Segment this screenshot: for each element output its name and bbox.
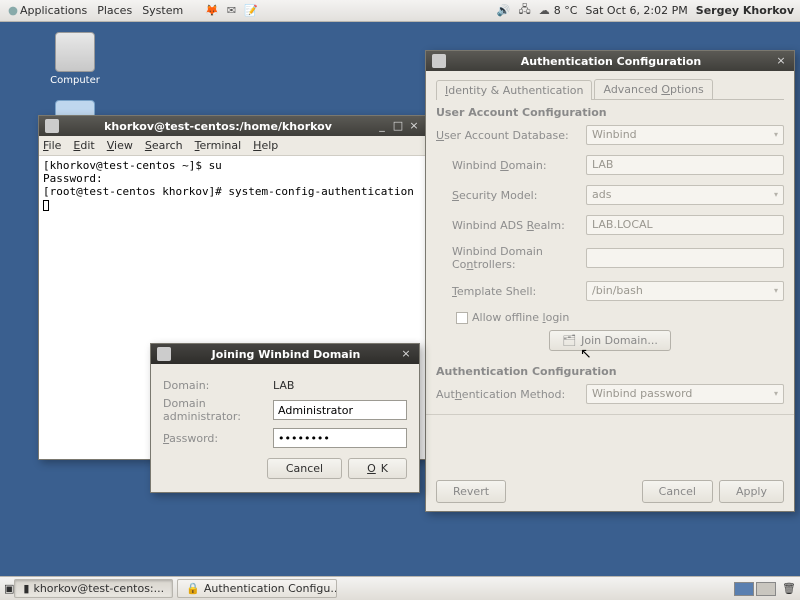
close-button[interactable]: × bbox=[774, 54, 788, 68]
weather-text: 8 °C bbox=[554, 4, 578, 17]
cancel-button[interactable]: Cancel bbox=[642, 480, 713, 503]
terminal-title: khorkov@test-centos:/home/khorkov bbox=[63, 120, 373, 133]
menu-search[interactable]: Search bbox=[145, 139, 183, 152]
menu-view[interactable]: View bbox=[107, 139, 133, 152]
join-domain-dialog: Joining Winbind Domain × Domain: LAB Dom… bbox=[150, 343, 420, 493]
join-domain-icon: 🗂 bbox=[562, 334, 576, 347]
auth-body: Identity & Authentication Advanced Optio… bbox=[426, 71, 794, 431]
label-domain-controllers: Winbind Domain Controllers: bbox=[452, 245, 586, 271]
clock[interactable]: Sat Oct 6, 2:02 PM bbox=[585, 4, 687, 17]
close-button[interactable]: × bbox=[399, 347, 413, 361]
tab-advanced[interactable]: Advanced Options bbox=[594, 79, 712, 99]
trash-icon[interactable]: 🗑 bbox=[782, 582, 796, 595]
computer-icon bbox=[55, 32, 95, 72]
label-admin: Domain administrator: bbox=[163, 397, 273, 423]
terminal-line: Password: bbox=[43, 172, 103, 185]
menu-places[interactable]: Places bbox=[97, 4, 132, 17]
label-domain: Domain: bbox=[163, 379, 273, 392]
label-security-model: Security Model: bbox=[452, 189, 586, 202]
maximize-button[interactable]: □ bbox=[391, 119, 405, 133]
terminal-line: [root@test-centos khorkov]# system-confi… bbox=[43, 185, 414, 198]
label-offline-login: Allow offline login bbox=[472, 311, 569, 324]
weather-icon: ☁ bbox=[539, 4, 550, 17]
top-panel: Applications Places System 🦊 ✉ 📝 🔊 🖧 ☁ 8… bbox=[0, 0, 800, 22]
network-icon[interactable]: 🖧 bbox=[518, 1, 530, 20]
combo-security-model[interactable]: ads bbox=[586, 185, 784, 205]
join-title: Joining Winbind Domain bbox=[175, 348, 397, 361]
combo-database[interactable]: Winbind bbox=[586, 125, 784, 145]
dialog-ok-button[interactable]: OK bbox=[348, 458, 407, 479]
terminal-task-icon: ▮ bbox=[23, 582, 29, 595]
user-menu[interactable]: Sergey Khorkov bbox=[696, 4, 794, 17]
task-auth-config[interactable]: 🔒 Authentication Configu... bbox=[177, 579, 337, 598]
workspace-2[interactable] bbox=[756, 582, 776, 596]
firefox-icon[interactable]: 🦊 bbox=[205, 4, 219, 17]
input-ads-realm[interactable]: LAB.LOCAL bbox=[586, 215, 784, 235]
label-database: User Account Database: bbox=[436, 129, 586, 142]
input-domain-controllers[interactable] bbox=[586, 248, 784, 268]
label-winbind-domain: Winbind Domain: bbox=[452, 159, 586, 172]
input-winbind-domain[interactable]: LAB bbox=[586, 155, 784, 175]
note-icon[interactable]: 📝 bbox=[244, 4, 258, 17]
join-domain-button[interactable]: 🗂 Join Domain... bbox=[549, 330, 671, 351]
menu-file[interactable]: File bbox=[43, 139, 61, 152]
auth-task-icon: 🔒 bbox=[186, 582, 200, 595]
tab-identity[interactable]: Identity & Authentication bbox=[436, 80, 592, 100]
auth-icon bbox=[432, 54, 446, 68]
auth-titlebar[interactable]: Authentication Configuration × bbox=[426, 51, 794, 71]
show-desktop-icon[interactable]: ▣ bbox=[4, 582, 14, 595]
terminal-titlebar[interactable]: khorkov@test-centos:/home/khorkov _ □ × bbox=[39, 116, 427, 136]
auth-config-window: Authentication Configuration × Identity … bbox=[425, 50, 795, 512]
label-template-shell: Template Shell: bbox=[452, 285, 586, 298]
close-button[interactable]: × bbox=[407, 119, 421, 133]
volume-icon[interactable]: 🔊 bbox=[497, 4, 511, 17]
input-admin[interactable] bbox=[273, 400, 407, 420]
label-password: Password: bbox=[163, 432, 273, 445]
task-terminal[interactable]: ▮ khorkov@test-centos:... bbox=[14, 579, 173, 598]
revert-button[interactable]: Revert bbox=[436, 480, 506, 503]
desktop-icon-computer[interactable]: Computer bbox=[40, 32, 110, 86]
join-body: Domain: LAB Domain administrator: Passwo… bbox=[151, 364, 419, 489]
section-user-account: User Account Configuration bbox=[436, 106, 784, 119]
auth-title: Authentication Configuration bbox=[450, 55, 772, 68]
terminal-icon bbox=[45, 119, 59, 133]
mail-icon[interactable]: ✉ bbox=[227, 4, 236, 17]
dialog-cancel-button[interactable]: Cancel bbox=[267, 458, 342, 479]
gnome-foot-icon bbox=[6, 4, 20, 18]
combo-auth-method[interactable]: Winbind password bbox=[586, 384, 784, 404]
join-titlebar[interactable]: Joining Winbind Domain × bbox=[151, 344, 419, 364]
workspace-1[interactable] bbox=[734, 582, 754, 596]
dialog-icon bbox=[157, 347, 171, 361]
apply-button[interactable]: Apply bbox=[719, 480, 784, 503]
menu-edit[interactable]: Edit bbox=[73, 139, 94, 152]
terminal-line: [khorkov@test-centos ~]$ su bbox=[43, 159, 222, 172]
menu-help[interactable]: Help bbox=[253, 139, 278, 152]
desktop-icon-label: Computer bbox=[40, 75, 110, 86]
menu-applications[interactable]: Applications bbox=[20, 4, 87, 17]
label-ads-realm: Winbind ADS Realm: bbox=[452, 219, 586, 232]
auth-tabs: Identity & Authentication Advanced Optio… bbox=[436, 79, 784, 100]
terminal-cursor bbox=[43, 200, 49, 211]
minimize-button[interactable]: _ bbox=[375, 119, 389, 133]
section-auth-config: Authentication Configuration bbox=[436, 365, 784, 378]
input-password[interactable] bbox=[273, 428, 407, 448]
checkbox-offline-login[interactable] bbox=[456, 312, 468, 324]
menu-terminal[interactable]: Terminal bbox=[195, 139, 242, 152]
value-domain: LAB bbox=[273, 379, 407, 392]
bottom-panel: ▣ ▮ khorkov@test-centos:... 🔒 Authentica… bbox=[0, 576, 800, 600]
combo-template-shell[interactable]: /bin/bash bbox=[586, 281, 784, 301]
terminal-menubar: File Edit View Search Terminal Help bbox=[39, 136, 427, 156]
label-auth-method: Authentication Method: bbox=[436, 388, 586, 401]
menu-system[interactable]: System bbox=[142, 4, 183, 17]
